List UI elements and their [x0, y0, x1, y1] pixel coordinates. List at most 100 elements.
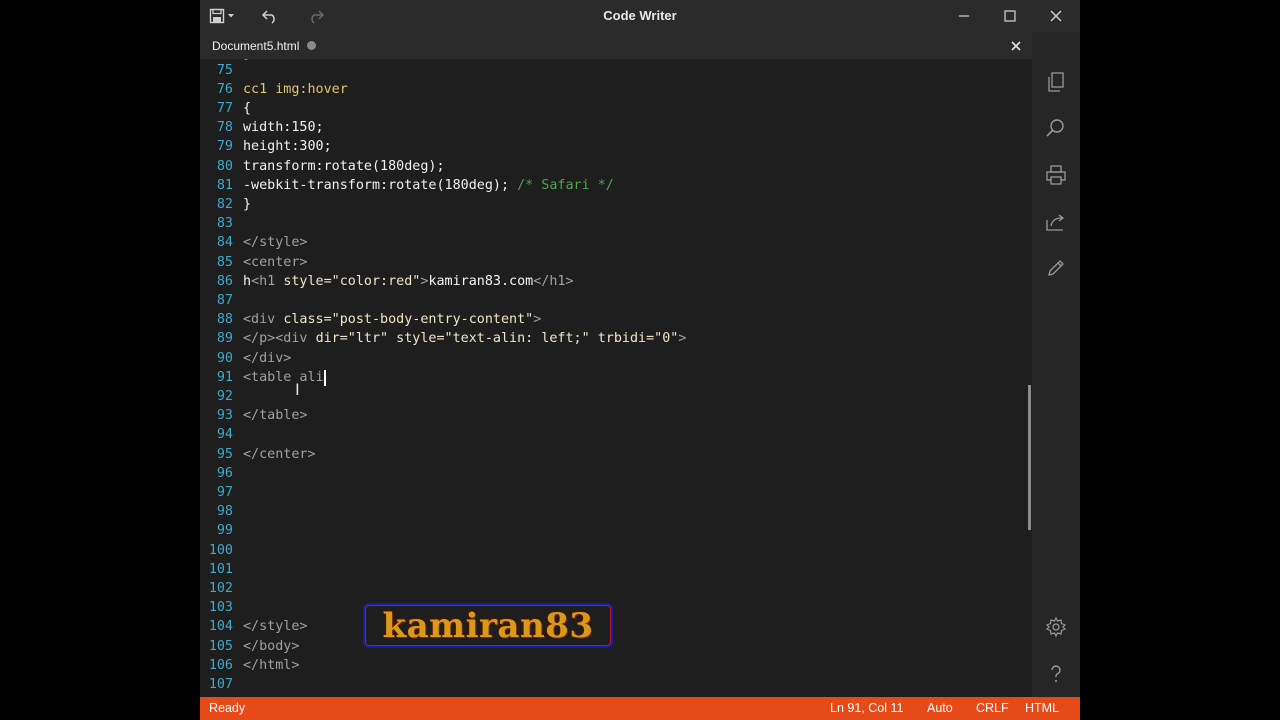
line-code: </body> [243, 637, 299, 656]
ibeam-cursor-icon: I [295, 379, 300, 399]
code-line[interactable]: 84 </style> [200, 233, 1025, 252]
indent-mode[interactable]: Auto [927, 697, 953, 720]
code-token: /* Safari */ [517, 177, 614, 193]
line-number: 84 [216, 235, 233, 251]
code-token: <h1 [251, 273, 284, 289]
help-icon [1051, 665, 1061, 682]
code-token: kamiran83.com [428, 273, 534, 289]
close-icon [1050, 10, 1062, 22]
code-line[interactable]: 89 </p><div dir="ltr" style="text-alin: l… [200, 329, 1025, 348]
line-number: 81 [216, 177, 233, 193]
status-text: Ready [209, 701, 246, 715]
code-token: </p><div [243, 331, 316, 347]
code-token: } [243, 196, 252, 212]
code-token: </table> [243, 408, 308, 424]
code-line[interactable]: 92 [200, 387, 1025, 406]
edit-button[interactable] [1044, 256, 1068, 280]
code-line[interactable]: 97 [200, 483, 1025, 502]
line-code: } [243, 195, 251, 214]
line-code: transform:rotate(180deg); [243, 157, 445, 176]
code-line[interactable]: 83 [200, 214, 1025, 233]
line-code: </center> [243, 445, 316, 464]
line-code: </style> [243, 617, 308, 636]
code-token: height:300; [243, 139, 332, 155]
line-number: 98 [216, 504, 233, 520]
code-writer-window: Code Writer Document5.html - 75 76 cc1 img… [200, 0, 1080, 720]
unsaved-dot-icon [307, 41, 317, 50]
tab-document[interactable]: Document5.html [200, 32, 317, 59]
redo-button[interactable] [302, 0, 330, 32]
help-button[interactable] [1044, 662, 1068, 686]
language-mode[interactable]: HTML [1025, 697, 1059, 720]
code-line[interactable]: 78 width:150; [200, 118, 1025, 137]
code-line[interactable]: 93 </table> [200, 406, 1025, 425]
code-line[interactable]: 106 </html> [200, 656, 1025, 675]
code-line[interactable]: 90 </div> [200, 349, 1025, 368]
cursor-position[interactable]: Ln 91, Col 11 [830, 697, 903, 720]
code-line[interactable]: 88 <div class="post-body-entry-content"> [200, 310, 1025, 329]
line-code: <table ali [243, 368, 324, 387]
code-token: h [243, 273, 252, 289]
line-number: 92 [216, 388, 233, 404]
line-number: 76 [216, 81, 233, 97]
save-menu-button[interactable] [206, 0, 238, 32]
edit-icon [1048, 260, 1064, 276]
code-line[interactable]: 79 height:300; [200, 137, 1025, 156]
code-line[interactable]: 98 [200, 502, 1025, 521]
code-line[interactable]: 107 [200, 675, 1025, 694]
line-code: -webkit-transform:rotate(180deg); /* Saf… [243, 176, 614, 195]
code-line[interactable]: 75 [200, 61, 1025, 80]
code-line[interactable]: 96 [200, 464, 1025, 483]
code-token: style="color:red" [283, 273, 421, 289]
code-token: </div> [243, 350, 292, 366]
settings-button[interactable] [1044, 615, 1068, 639]
code-line[interactable]: 81 -webkit-transform:rotate(180deg); /* S… [200, 176, 1025, 195]
code-line[interactable]: 95 </center> [200, 445, 1025, 464]
save-icon [209, 8, 234, 24]
right-sidebar [1032, 32, 1080, 697]
line-number: 105 [208, 638, 233, 654]
status-bar: Ready Ln 91, Col 11 Auto CRLF HTML [200, 697, 1080, 720]
code-line[interactable]: 85 <center> [200, 253, 1025, 272]
line-code: </style> [243, 233, 308, 252]
line-number: 91 [216, 369, 233, 385]
code-line[interactable]: 80 transform:rotate(180deg); [200, 157, 1025, 176]
undo-icon [261, 10, 275, 24]
code-token: dir="ltr" style="text-alin: left;" trbid… [315, 331, 679, 347]
code-line[interactable]: 87 [200, 291, 1025, 310]
code-line[interactable]: 77 { [200, 99, 1025, 118]
code-line[interactable]: 86 h<h1 style="color:red">kamiran83.com</… [200, 272, 1025, 291]
maximize-button[interactable] [990, 0, 1030, 32]
code-line[interactable]: 94 [200, 425, 1025, 444]
code-token: </style> [243, 235, 308, 251]
minimize-button[interactable] [944, 0, 984, 32]
close-tab-button[interactable] [1006, 32, 1026, 59]
search-button[interactable] [1044, 116, 1068, 140]
line-number: 97 [216, 484, 233, 500]
code-line[interactable]: 99 [200, 521, 1025, 540]
code-line[interactable]: 76 cc1 img:hover [200, 80, 1025, 99]
code-line[interactable]: 82} [200, 195, 1025, 214]
vertical-scrollbar[interactable] [1028, 385, 1031, 530]
line-code: width:150; [243, 118, 324, 137]
code-line[interactable]: 100 [200, 541, 1025, 560]
line-code: height:300; [243, 137, 332, 156]
share-button[interactable] [1044, 210, 1068, 234]
line-ending[interactable]: CRLF [976, 697, 1009, 720]
line-number: 100 [208, 542, 233, 558]
line-code: cc1 img:hover [243, 80, 348, 99]
code-token: <div [243, 312, 284, 328]
line-number: 94 [216, 427, 233, 443]
line-code: <div class="post-body-entry-content"> [243, 310, 541, 329]
print-button[interactable] [1044, 163, 1068, 187]
code-line[interactable]: 101 [200, 560, 1025, 579]
code-token: </center> [243, 446, 316, 462]
search-icon [1046, 119, 1064, 137]
close-window-button[interactable] [1036, 0, 1076, 32]
code-token: </body> [243, 638, 300, 654]
code-line[interactable]: 102 [200, 579, 1025, 598]
documents-icon [1048, 72, 1064, 92]
documents-button[interactable] [1044, 70, 1068, 94]
code-editor[interactable]: - 75 76 cc1 img:hover 77{78 width:150; 79 heig… [200, 59, 1032, 697]
undo-button[interactable] [256, 0, 284, 32]
